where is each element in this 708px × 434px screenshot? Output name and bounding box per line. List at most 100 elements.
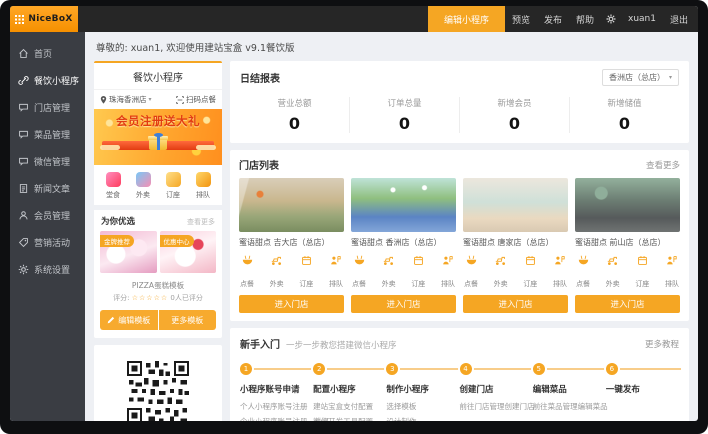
- pick-image-2[interactable]: 优惠中心: [160, 231, 217, 273]
- step-link[interactable]: 设计制作: [386, 415, 455, 421]
- service-reserve[interactable]: 订座: [635, 251, 649, 290]
- category-queue[interactable]: 排队: [188, 172, 218, 200]
- category-reservation[interactable]: 订座: [158, 172, 188, 200]
- settings-gear-icon[interactable]: [606, 14, 616, 24]
- gift-box-icon: [148, 133, 168, 150]
- pick-tag: 金牌推荐: [100, 235, 134, 247]
- template-rating: 评分: ☆☆☆☆☆ 0人已评分: [94, 293, 222, 303]
- enter-store-button[interactable]: 进入门店: [463, 295, 568, 313]
- service-reserve[interactable]: 订座: [411, 251, 425, 290]
- sidebar-item-wechat-management[interactable]: 微信管理: [10, 148, 85, 175]
- category-takeout[interactable]: 外卖: [128, 172, 158, 200]
- service-takeout[interactable]: 外卖: [494, 251, 508, 290]
- sidebar-item-store-management[interactable]: 门店管理: [10, 94, 85, 121]
- sidebar-item-dish-management[interactable]: 菜品管理: [10, 121, 85, 148]
- more-templates-button[interactable]: 更多模板: [159, 310, 217, 330]
- service-queue[interactable]: 排队: [329, 251, 343, 290]
- main-content: 尊敬的: xuan1, 欢迎使用建站宝盒 v9.1餐饮版 餐饮小程序 珠海香洲店…: [85, 32, 698, 421]
- store-photo[interactable]: [351, 178, 456, 232]
- step-number: 4: [460, 363, 472, 375]
- grid-menu-icon: [15, 15, 24, 24]
- step-4: 4 创建门店 前往门店管理创建门店: [460, 363, 533, 421]
- pick-image-1[interactable]: 金牌推荐: [100, 231, 157, 273]
- report-store-select[interactable]: 香洲店（总店） ▾: [602, 69, 679, 86]
- service-order[interactable]: 点餐: [240, 251, 254, 290]
- sidebar-item-marketing[interactable]: 营销活动: [10, 229, 85, 256]
- service-reserve[interactable]: 订座: [299, 251, 313, 290]
- member-gift-banner[interactable]: 会员注册送大礼: [94, 109, 222, 165]
- edit-miniprogram-button[interactable]: 编辑小程序: [428, 6, 505, 32]
- step-5: 5 编辑菜品 前往菜品管理编辑菜品: [533, 363, 606, 421]
- logout-link[interactable]: 退出: [670, 13, 688, 26]
- onboarding-steps: 1 小程序账号申请 个人小程序账号注册 企业小程序账号注册、认证 微信公众号注册…: [240, 363, 679, 421]
- step-link[interactable]: 前往门店管理创建门店: [460, 400, 529, 415]
- service-order[interactable]: 点餐: [352, 251, 366, 290]
- sidebar-item-news-articles[interactable]: 新闻文章: [10, 175, 85, 202]
- service-takeout[interactable]: 外卖: [270, 251, 284, 290]
- sidebar-item-home[interactable]: 首页: [10, 40, 85, 67]
- picks-title: 为你优选: [101, 215, 135, 227]
- category-dine-in[interactable]: 堂食: [98, 172, 128, 200]
- logo[interactable]: NiceBoX: [10, 6, 78, 32]
- banner-pill: [100, 145, 120, 150]
- app-window: NiceBoX 编辑小程序 预览 发布 帮助 xuan1 退出 首页 餐饮小程序: [10, 6, 698, 421]
- picks-more-link[interactable]: 查看更多: [187, 217, 215, 227]
- onboarding-subtitle: 一步一步教您搭建微信小程序: [286, 339, 397, 351]
- store-name: 蜜语甜点 唐家店（总店）: [463, 237, 568, 248]
- member-icon: [18, 210, 29, 221]
- more-tutorials-link[interactable]: 更多教程: [645, 338, 679, 350]
- service-queue[interactable]: 排队: [441, 251, 455, 290]
- service-queue[interactable]: 排队: [553, 251, 567, 290]
- miniprogram-preview-column: 餐饮小程序 珠海香洲店 ▾ 扫码点餐: [94, 61, 222, 413]
- sidebar-item-member-management[interactable]: 会员管理: [10, 202, 85, 229]
- edit-template-button[interactable]: 编辑模板: [100, 310, 158, 330]
- bowl-icon: [576, 251, 590, 270]
- step-link[interactable]: 企业小程序账号注册、认证: [240, 415, 309, 421]
- sidebar-item-restaurant-miniprogram[interactable]: 餐饮小程序: [10, 67, 85, 94]
- service-order[interactable]: 点餐: [576, 251, 590, 290]
- store-photo[interactable]: [575, 178, 680, 232]
- report-title: 日结报表: [240, 70, 280, 85]
- queue-icon: [665, 251, 679, 270]
- chevron-down-icon: ▾: [669, 74, 672, 81]
- store-location-selector[interactable]: 珠海香洲店 ▾: [100, 94, 152, 105]
- dine-in-icon: [106, 172, 121, 187]
- store-card: 蜜语甜点 吉大店（总店） 点餐 外卖 订座 排队 进入门店: [239, 178, 344, 313]
- step-link[interactable]: 选择模板: [386, 400, 455, 415]
- store-photo[interactable]: [463, 178, 568, 232]
- step-link[interactable]: 微信开发工具配置: [313, 415, 382, 421]
- step-number: 6: [606, 363, 618, 375]
- banner-title: 会员注册送大礼: [94, 109, 222, 129]
- service-reserve[interactable]: 订座: [523, 251, 537, 290]
- bowl-icon: [240, 251, 254, 270]
- store-card: 蜜语甜点 唐家店（总店） 点餐 外卖 订座 排队 进入门店: [463, 178, 568, 313]
- help-link[interactable]: 帮助: [576, 13, 594, 26]
- store-photo[interactable]: [239, 178, 344, 232]
- store-list-more-link[interactable]: 查看更多: [646, 159, 680, 171]
- enter-store-button[interactable]: 进入门店: [239, 295, 344, 313]
- step-link[interactable]: 建站宝盒支付配置: [313, 400, 382, 415]
- preview-title: 餐饮小程序: [94, 63, 222, 90]
- rating-stars: ☆☆☆☆☆: [132, 294, 168, 302]
- scooter-icon: [382, 251, 396, 270]
- service-queue[interactable]: 排队: [665, 251, 679, 290]
- sidebar: 首页 餐饮小程序 门店管理 菜品管理 微信管理 新闻文章: [10, 32, 85, 421]
- publish-link[interactable]: 发布: [544, 13, 562, 26]
- enter-store-button[interactable]: 进入门店: [575, 295, 680, 313]
- wechat-bubble-icon: [18, 156, 29, 167]
- username[interactable]: xuan1: [628, 14, 656, 24]
- scan-order-button[interactable]: 扫码点餐: [176, 94, 216, 105]
- enter-store-button[interactable]: 进入门店: [351, 295, 456, 313]
- service-order[interactable]: 点餐: [464, 251, 478, 290]
- stat-new-members: 新增会员 0: [459, 97, 569, 133]
- step-link[interactable]: 个人小程序账号注册: [240, 400, 309, 415]
- preview-link[interactable]: 预览: [512, 13, 530, 26]
- home-icon: [18, 48, 29, 59]
- step-1: 1 小程序账号申请 个人小程序账号注册 企业小程序账号注册、认证 微信公众号注册…: [240, 363, 313, 421]
- sidebar-item-system-settings[interactable]: 系统设置: [10, 256, 85, 283]
- step-link[interactable]: 前往菜品管理编辑菜品: [533, 400, 602, 415]
- news-icon: [18, 183, 29, 194]
- service-takeout[interactable]: 外卖: [382, 251, 396, 290]
- bowl-icon: [464, 251, 478, 270]
- service-takeout[interactable]: 外卖: [606, 251, 620, 290]
